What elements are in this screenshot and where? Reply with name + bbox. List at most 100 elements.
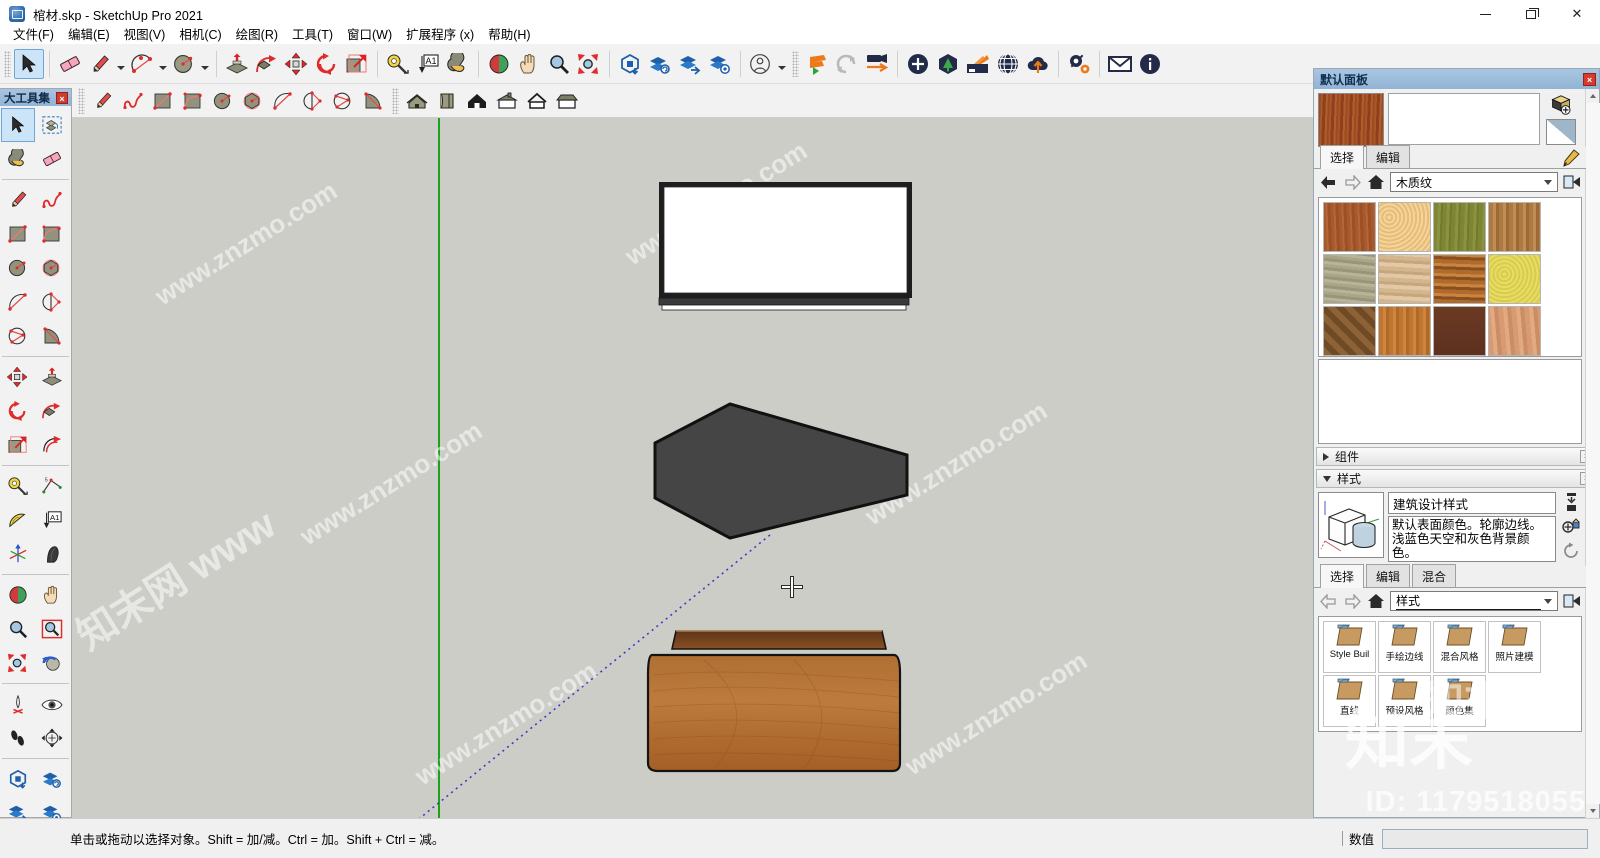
back-arrow-icon[interactable]: [1318, 591, 1338, 611]
wood-bamboo-green[interactable]: [1433, 202, 1486, 252]
tab-styles-select[interactable]: 选择: [1320, 564, 1365, 588]
vcb-input[interactable]: [1382, 828, 1588, 849]
circle-tool[interactable]: [169, 49, 199, 79]
pan-tool[interactable]: [514, 49, 544, 79]
line-tool[interactable]: [1, 183, 35, 217]
section-styles[interactable]: 样式 ×: [1316, 469, 1597, 488]
paint-bucket-tool[interactable]: [443, 49, 473, 79]
enscape-video-icon[interactable]: [862, 49, 892, 79]
arc-tool[interactable]: [127, 49, 157, 79]
3d-text-tool[interactable]: [35, 537, 69, 571]
style-folder-photo-modeling[interactable]: 照片建模: [1488, 621, 1541, 673]
wood-parquet[interactable]: [1323, 306, 1376, 356]
home-icon[interactable]: [1366, 172, 1386, 192]
push-pull-tool[interactable]: [35, 360, 69, 394]
look-around-tool[interactable]: [35, 687, 69, 721]
pie-tool[interactable]: [35, 319, 69, 353]
move-tool[interactable]: [1, 360, 35, 394]
move-tool[interactable]: [282, 49, 312, 79]
pie-tool[interactable]: [358, 86, 388, 116]
enscape-material-icon[interactable]: [963, 49, 993, 79]
user-account-icon[interactable]: [746, 49, 776, 79]
freehand-tool[interactable]: [35, 183, 69, 217]
wood-board-orange[interactable]: [1378, 306, 1431, 356]
style-folder-straight-lines[interactable]: 直线: [1323, 675, 1376, 727]
paint-bucket-tool[interactable]: [1, 142, 35, 176]
extensions-toolbar-grip[interactable]: [792, 50, 799, 77]
tab-materials-select[interactable]: 选择: [1320, 145, 1365, 169]
tab-materials-edit[interactable]: 编辑: [1366, 145, 1411, 168]
coffin-base-wood[interactable]: [644, 615, 906, 773]
wood-floor-natural[interactable]: [1488, 202, 1541, 252]
forward-arrow-icon[interactable]: [1342, 172, 1362, 192]
scroll-down-icon[interactable]: [1586, 804, 1600, 818]
make-component-tool[interactable]: [35, 108, 69, 142]
position-camera-tool[interactable]: [1, 687, 35, 721]
style-folder-color-sets[interactable]: 颜色集: [1433, 675, 1486, 727]
wood-driftwood-gray[interactable]: [1323, 254, 1376, 304]
arc-tool-dropdown[interactable]: [157, 49, 169, 79]
select-tool[interactable]: [1, 108, 35, 142]
style-house-1-icon[interactable]: [402, 86, 432, 116]
line-tool[interactable]: [88, 86, 118, 116]
walk-tool[interactable]: [1, 721, 35, 755]
zoom-extents-tool[interactable]: [574, 49, 604, 79]
text-tool[interactable]: A1: [35, 503, 69, 537]
offset-tool[interactable]: [35, 428, 69, 462]
tape-measure-tool[interactable]: [383, 49, 413, 79]
material-swatch-grid[interactable]: [1318, 197, 1582, 357]
enscape-about-icon[interactable]: [1135, 49, 1165, 79]
menu-help[interactable]: 帮助(H): [481, 22, 537, 45]
trimble-sync-icon[interactable]: [645, 49, 675, 79]
style-house-4-icon[interactable]: [522, 86, 552, 116]
trimble-manage-tool[interactable]: [35, 762, 69, 796]
enscape-sync-icon[interactable]: [832, 49, 862, 79]
text-tool[interactable]: A1: [413, 49, 443, 79]
select-tool[interactable]: [14, 48, 44, 79]
push-pull-tool[interactable]: [222, 49, 252, 79]
coffin-body-dark[interactable]: [652, 400, 914, 542]
enscape-feedback-icon[interactable]: [1105, 49, 1135, 79]
zoom-extents-tool[interactable]: [1, 646, 35, 680]
tab-styles-edit[interactable]: 编辑: [1366, 564, 1411, 587]
details-arrow-icon[interactable]: [1562, 591, 1582, 611]
trimble-settings-icon[interactable]: [705, 49, 735, 79]
scale-tool[interactable]: [342, 49, 372, 79]
trimble-model-icon[interactable]: [615, 49, 645, 79]
follow-me-tool[interactable]: [35, 394, 69, 428]
menu-tools[interactable]: 工具(T): [285, 22, 340, 45]
freehand-tool[interactable]: [118, 86, 148, 116]
enscape-add-icon[interactable]: [903, 49, 933, 79]
wood-floor-dark-mixed[interactable]: [1433, 254, 1486, 304]
coffin-lid-panel[interactable]: [657, 180, 914, 312]
orbit-tool[interactable]: [1, 578, 35, 612]
orbit-tool[interactable]: [484, 49, 514, 79]
enscape-settings-icon[interactable]: [1064, 49, 1094, 79]
wood-cork[interactable]: [1378, 202, 1431, 252]
three-point-arc-tool[interactable]: [1, 319, 35, 353]
toolbar-grip[interactable]: [4, 50, 11, 77]
style-folder-mixed-styles[interactable]: 混合风格: [1433, 621, 1486, 673]
tape-measure-tool[interactable]: [1, 469, 35, 503]
wood-plywood-yellow[interactable]: [1488, 254, 1541, 304]
create-material-icon[interactable]: [1548, 93, 1574, 116]
rotated-rectangle-tool[interactable]: [178, 86, 208, 116]
views-toolbar-grip[interactable]: [392, 87, 399, 114]
refresh-style-icon[interactable]: [1562, 542, 1580, 560]
zoom-tool[interactable]: [1, 612, 35, 646]
tray-close-button[interactable]: ×: [1583, 72, 1596, 86]
tab-styles-mix[interactable]: 混合: [1412, 564, 1457, 587]
two-point-arc-tool[interactable]: [298, 86, 328, 116]
model-viewport[interactable]: www.znzmo.com www.znzmo.com www.znzmo.co…: [72, 118, 1313, 818]
palette-close-button[interactable]: ×: [56, 91, 68, 104]
material-collection-dropdown[interactable]: 木质纹: [1390, 172, 1558, 192]
line-tool[interactable]: [85, 49, 115, 79]
wood-cherry-original[interactable]: [1323, 202, 1376, 252]
back-arrow-icon[interactable]: [1318, 172, 1338, 192]
drawing-toolbar-grip[interactable]: [78, 87, 85, 114]
menu-view[interactable]: 视图(V): [117, 22, 173, 45]
scale-tool[interactable]: [1, 428, 35, 462]
protractor-tool[interactable]: [1, 503, 35, 537]
zoom-tool[interactable]: [544, 49, 574, 79]
style-house-2-icon[interactable]: [462, 86, 492, 116]
